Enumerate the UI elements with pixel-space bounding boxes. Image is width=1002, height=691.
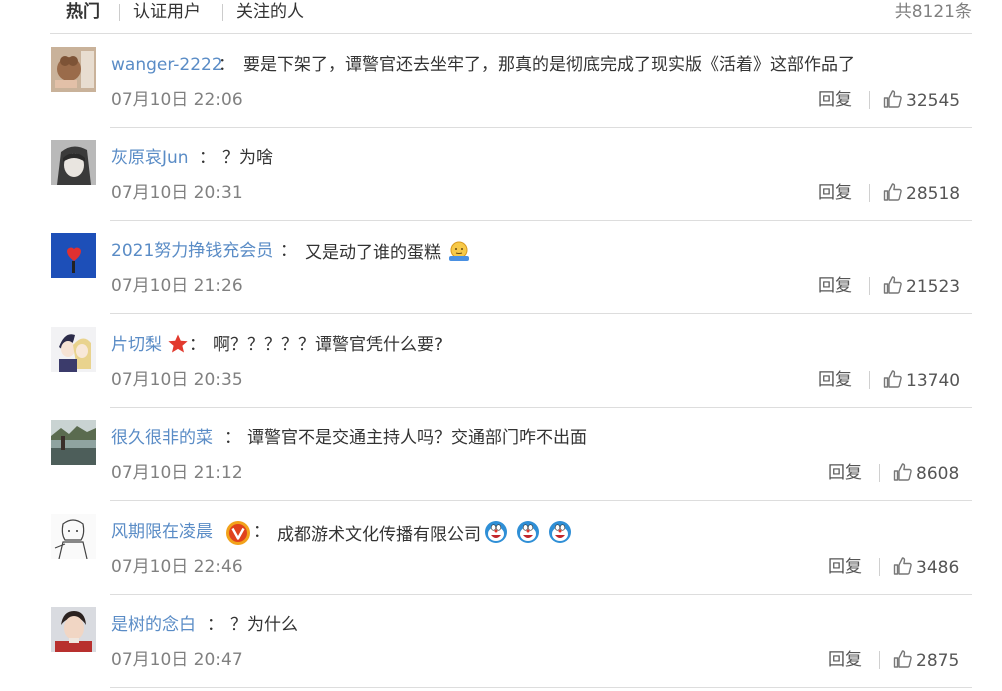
avatar[interactable] xyxy=(51,327,96,372)
avatar[interactable] xyxy=(51,420,96,465)
comment-colon: ： xyxy=(199,148,216,168)
reply-button[interactable]: 回复 xyxy=(818,274,852,298)
comment-colon: ： xyxy=(218,55,235,75)
star-badge-icon xyxy=(168,334,188,353)
thumb-up-icon xyxy=(883,370,902,388)
reply-button[interactable]: 回复 xyxy=(828,648,862,672)
comment-item: 很久很非的菜 ： 谭警官不是交通主持人吗？交通部门咋不出面 07月10日 21:… xyxy=(0,407,1002,501)
comment-item: wanger-2222 ： 要是下架了，谭警官还去坐牢了，那真的是彻底完成了现实… xyxy=(0,34,1002,128)
like-count: 21523 xyxy=(906,277,961,297)
action-divider xyxy=(869,91,870,109)
comment-time: 07月10日 20:47 xyxy=(111,650,243,670)
comment-text: 成都游术文化传播有限公司 xyxy=(277,520,572,547)
thumb-up-icon xyxy=(893,463,912,481)
like-button[interactable]: 8608 xyxy=(893,462,959,486)
user-name[interactable]: 2021努力挣钱充会员 xyxy=(111,239,273,263)
action-divider xyxy=(879,651,880,669)
thumb-up-icon xyxy=(893,557,912,575)
like-count: 2875 xyxy=(916,651,960,671)
action-divider xyxy=(869,371,870,389)
comment-colon: ： xyxy=(224,428,241,448)
tab-divider xyxy=(222,4,223,21)
tab-hot[interactable]: 热门 xyxy=(66,0,100,24)
doraemon-emoji xyxy=(517,521,539,543)
reply-button[interactable]: 回复 xyxy=(828,461,862,485)
avatar[interactable] xyxy=(51,47,96,92)
comment-divider xyxy=(110,687,972,688)
avatar[interactable] xyxy=(51,607,96,652)
doraemon-emoji xyxy=(485,521,507,543)
user-name[interactable]: 片切梨 xyxy=(111,333,162,357)
vip-badge xyxy=(225,520,251,549)
comment-text: ？为什么 xyxy=(230,615,298,635)
comment-total-count: 共8121条 xyxy=(894,2,972,22)
like-count: 13740 xyxy=(906,371,961,391)
tab-verified-users[interactable]: 认证用户 xyxy=(133,0,201,24)
like-count: 28518 xyxy=(906,184,961,204)
like-count: 8608 xyxy=(916,464,960,484)
avatar[interactable] xyxy=(51,140,96,185)
user-name[interactable]: 是树的念白 xyxy=(111,613,196,637)
comment-text: 又是动了谁的蛋糕 xyxy=(305,239,471,265)
comment-tabs: 热门 认证用户 关注的人 共8121条 xyxy=(0,0,1002,34)
reply-button[interactable]: 回复 xyxy=(818,368,852,392)
comment-text-body: 成都游术文化传播有限公司 xyxy=(277,525,481,545)
action-divider xyxy=(869,184,870,202)
like-button[interactable]: 2875 xyxy=(893,649,959,673)
like-button[interactable]: 13740 xyxy=(883,369,960,393)
tab-divider xyxy=(119,4,120,21)
tab-following[interactable]: 关注的人 xyxy=(236,0,304,24)
shrug-emoji xyxy=(449,241,469,261)
reply-button[interactable]: 回复 xyxy=(818,181,852,205)
comment-colon: ： xyxy=(207,615,224,635)
user-name[interactable]: 很久很非的菜 xyxy=(111,426,213,450)
comment-text-body: 又是动了谁的蛋糕 xyxy=(305,243,441,263)
action-divider xyxy=(879,464,880,482)
vip-badge-icon xyxy=(226,521,250,545)
like-count: 32545 xyxy=(906,91,961,111)
avatar[interactable] xyxy=(51,233,96,278)
comment-item: 灰原哀Jun ： ？为啥 07月10日 20:31 回复 28518 xyxy=(0,127,1002,221)
thumb-up-icon xyxy=(883,183,902,201)
comment-colon: ： xyxy=(280,241,297,261)
comment-time: 07月10日 21:12 xyxy=(111,463,243,483)
comment-time: 07月10日 22:46 xyxy=(111,557,243,577)
comment-text: 要是下架了，谭警官还去坐牢了，那真的是彻底完成了现实版《活着》这部作品了 xyxy=(243,55,855,75)
like-button[interactable]: 32545 xyxy=(883,89,960,113)
comment-text: 谭警官不是交通主持人吗？交通部门咋不出面 xyxy=(247,428,587,448)
like-count: 3486 xyxy=(916,558,960,578)
comment-item: 片切梨 ： 啊？？？？？谭警官凭什么要? 07月10日 20:35 回复 137… xyxy=(0,314,1002,408)
user-name[interactable]: 风期限在凌晨 xyxy=(111,520,213,544)
doraemon-emoji xyxy=(549,521,571,543)
comment-time: 07月10日 20:35 xyxy=(111,370,243,390)
like-button[interactable]: 3486 xyxy=(893,556,959,580)
action-divider xyxy=(879,558,880,576)
thumb-up-icon xyxy=(883,276,902,294)
comment-item: 是树的念白 ： ？为什么 07月10日 20:47 回复 2875 xyxy=(0,594,1002,688)
comment-colon: ： xyxy=(189,335,206,355)
action-divider xyxy=(869,277,870,295)
comment-time: 07月10日 21:26 xyxy=(111,276,243,296)
user-name[interactable]: wanger-2222 xyxy=(111,53,223,77)
like-button[interactable]: 28518 xyxy=(883,182,960,206)
comment-text: ？为啥 xyxy=(222,148,273,168)
thumb-up-icon xyxy=(893,650,912,668)
comment-item: 2021努力挣钱充会员 ： 又是动了谁的蛋糕 07月10日 21:26 回复 2… xyxy=(0,220,1002,314)
star-badge xyxy=(167,333,189,358)
comment-colon: ： xyxy=(253,522,270,542)
reply-button[interactable]: 回复 xyxy=(828,555,862,579)
comment-item: 风期限在凌晨 ： 成都游术文化传播有限公司 07月10日 22:46 回复 34… xyxy=(0,501,1002,595)
like-button[interactable]: 21523 xyxy=(883,275,960,299)
comment-time: 07月10日 20:31 xyxy=(111,183,243,203)
user-name[interactable]: 灰原哀Jun xyxy=(111,146,189,170)
comment-time: 07月10日 22:06 xyxy=(111,90,243,110)
comment-text: 啊？？？？？谭警官凭什么要? xyxy=(213,335,444,355)
thumb-up-icon xyxy=(883,90,902,108)
avatar[interactable] xyxy=(51,514,96,559)
reply-button[interactable]: 回复 xyxy=(818,88,852,112)
